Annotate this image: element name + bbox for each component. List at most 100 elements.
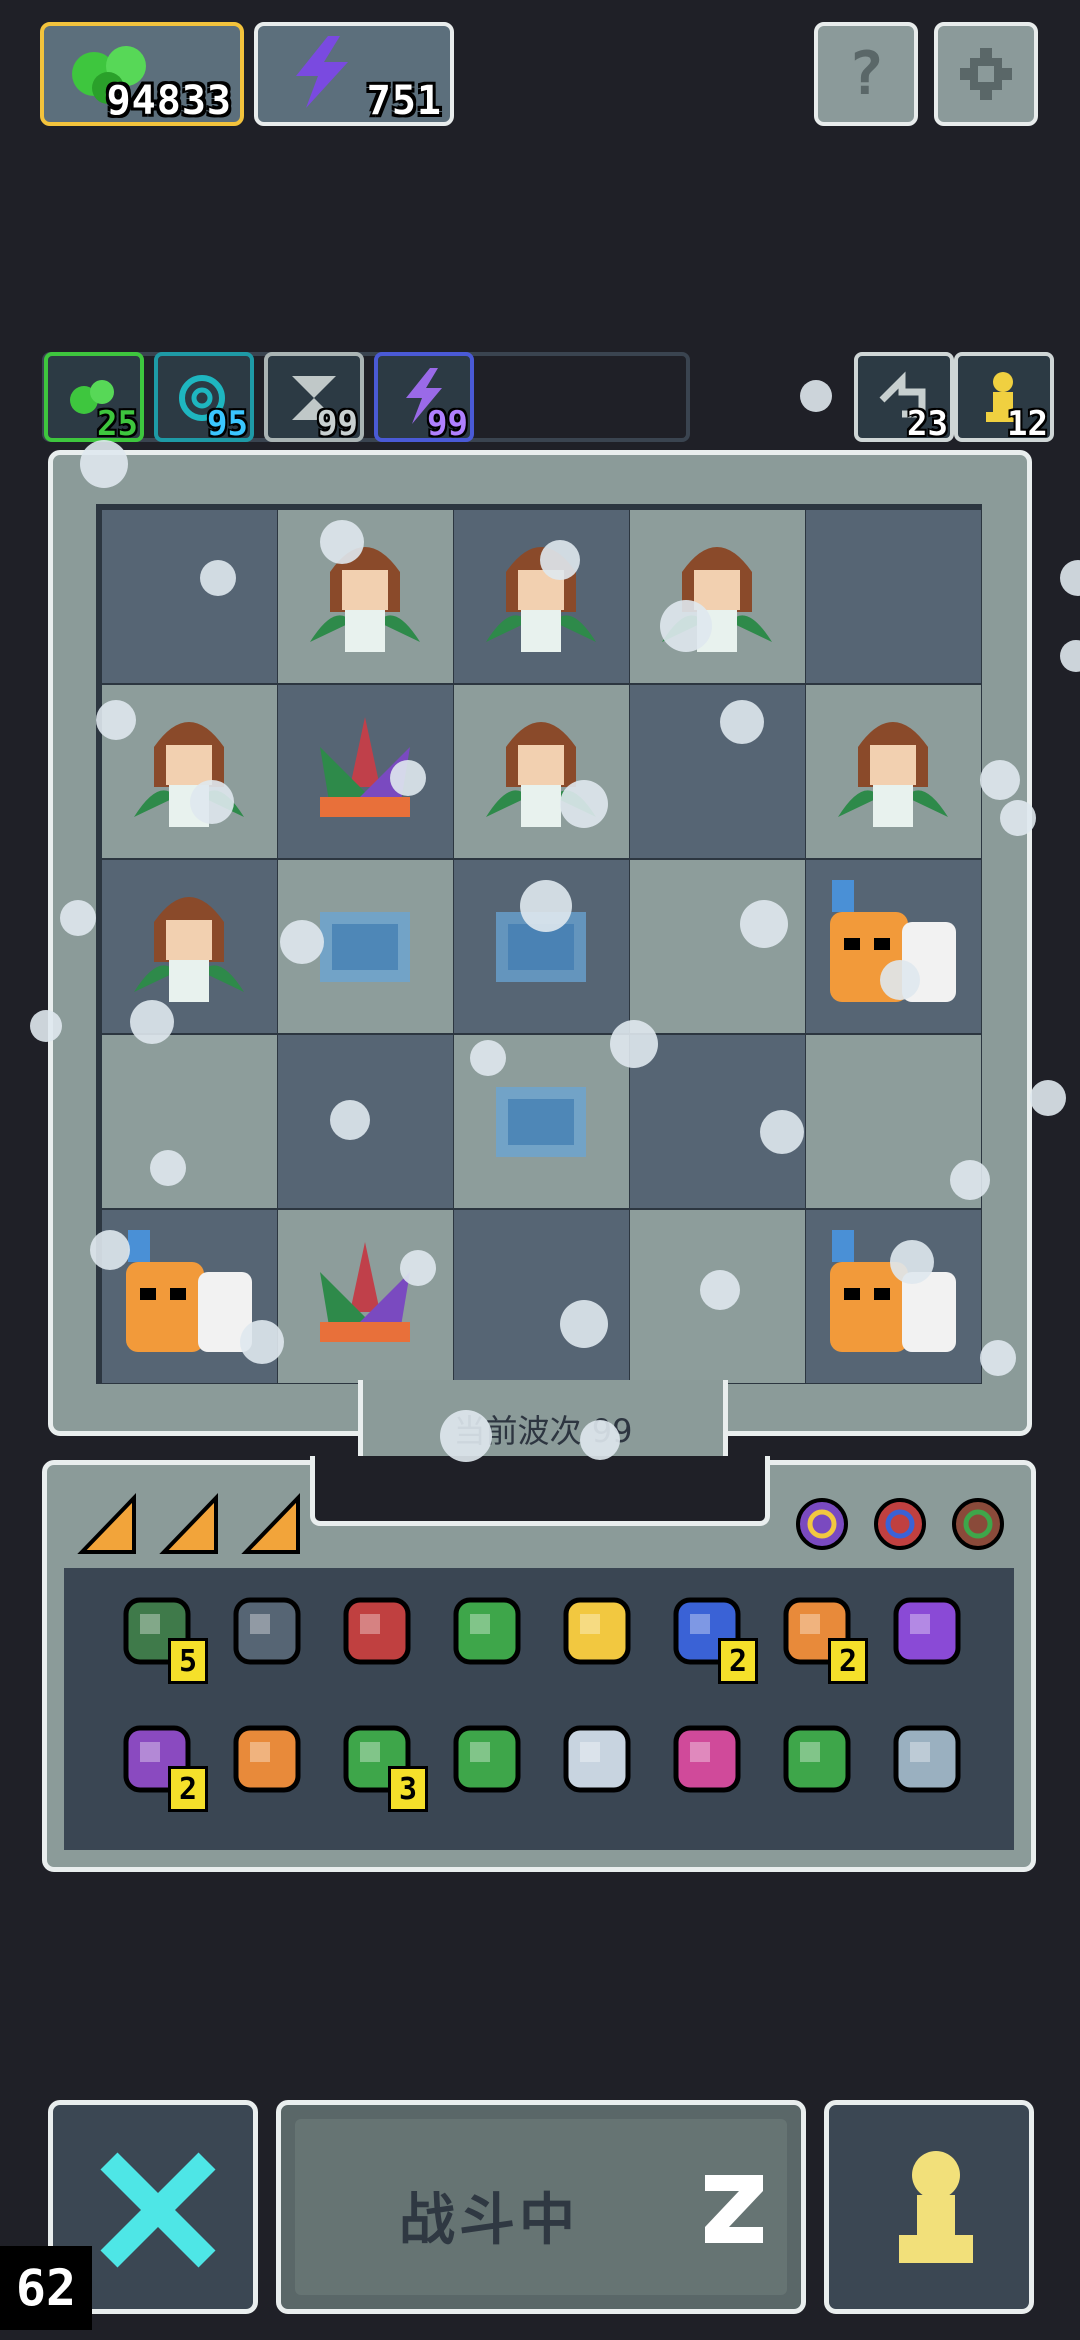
stat-chip-value: 99 <box>317 404 358 444</box>
inventory-notch <box>310 1456 770 1526</box>
inventory-item[interactable]: 3 <box>332 1714 428 1812</box>
seed-count: 94833 <box>106 78 232 124</box>
help-button[interactable]: ? <box>814 22 918 126</box>
flower-girl-unit-icon <box>662 547 772 652</box>
pawn-icon <box>899 2151 973 2263</box>
seed-resource-box[interactable]: 94833 <box>40 22 244 126</box>
summon-button[interactable] <box>824 2100 1034 2314</box>
inventory-item[interactable] <box>772 1714 862 1804</box>
board-cell[interactable] <box>278 685 453 858</box>
snowflake <box>890 1240 934 1284</box>
board-cell[interactable] <box>278 510 453 683</box>
mask-icon <box>343 1597 411 1665</box>
stat-chip-spiral[interactable]: 95 <box>154 352 254 444</box>
inventory-item[interactable]: 2 <box>772 1586 868 1684</box>
snowflake <box>700 1270 740 1310</box>
undo-chip[interactable]: 23 <box>854 352 954 444</box>
ring-slots <box>788 1488 1020 1562</box>
board-cell[interactable] <box>102 1035 277 1208</box>
snowflake <box>200 560 236 596</box>
inventory-item[interactable] <box>442 1586 532 1676</box>
stat-chip-hourglass[interactable]: 99 <box>264 352 364 444</box>
inventory-item[interactable] <box>882 1714 972 1804</box>
cheese-icon[interactable] <box>159 1493 218 1554</box>
snowflake <box>610 1020 658 1068</box>
energy-count: 751 <box>366 78 442 124</box>
shield-icon <box>233 1597 301 1665</box>
cheese-icon[interactable] <box>77 1493 136 1554</box>
board-cell[interactable] <box>278 1210 453 1383</box>
item-count-badge: 2 <box>828 1638 868 1684</box>
cheese-icon[interactable] <box>241 1493 300 1554</box>
lightning-icon <box>296 36 348 108</box>
board-cell[interactable] <box>630 685 805 858</box>
inventory-item[interactable] <box>222 1586 312 1676</box>
question-icon: ? <box>847 39 885 109</box>
snowflake <box>1060 560 1080 596</box>
undo-count: 23 <box>907 404 948 444</box>
pawn-chip[interactable]: 12 <box>954 352 1054 444</box>
snowflake <box>96 700 136 740</box>
board-cell[interactable] <box>806 685 981 858</box>
snowflake <box>560 1300 608 1348</box>
frame-counter-value: 62 <box>15 2259 77 2317</box>
board-cell[interactable] <box>454 510 629 683</box>
inventory-item[interactable] <box>552 1714 642 1804</box>
snowflake <box>950 1160 990 1200</box>
board-cell[interactable] <box>102 860 277 1033</box>
thorn-plant-unit-icon <box>320 1242 410 1342</box>
inventory-item[interactable] <box>332 1586 422 1676</box>
snowflake <box>1000 800 1036 836</box>
board-cell[interactable] <box>630 860 805 1033</box>
item-count-badge: 2 <box>718 1638 758 1684</box>
snowflake <box>440 1410 492 1462</box>
item-count-badge: 5 <box>168 1638 208 1684</box>
stat-chip-seed[interactable]: 25 <box>44 352 144 444</box>
board-cell[interactable] <box>806 510 981 683</box>
stat-chip-value: 25 <box>97 404 138 444</box>
energy-resource-box[interactable]: 751 <box>254 22 454 126</box>
inventory-item[interactable] <box>882 1586 972 1676</box>
board-cell[interactable] <box>806 1210 981 1383</box>
snowflake <box>150 1150 186 1186</box>
snowflake <box>760 1110 804 1154</box>
inventory-item[interactable]: 5 <box>112 1586 208 1684</box>
arrow-icon <box>453 1725 521 1793</box>
blue-ring-icon[interactable] <box>874 1498 926 1550</box>
inventory-item[interactable] <box>662 1714 752 1804</box>
snowflake <box>390 760 426 796</box>
snowflake <box>1030 1080 1066 1116</box>
snowflake <box>1060 640 1080 672</box>
board-cell[interactable] <box>454 1210 629 1383</box>
board-cell[interactable] <box>102 510 277 683</box>
inventory-item[interactable] <box>222 1714 312 1804</box>
mirror-icon <box>563 1725 631 1793</box>
snowflake <box>580 1420 620 1460</box>
stat-chip-lightning[interactable]: 99 <box>374 352 474 444</box>
inventory-item[interactable]: 2 <box>662 1586 758 1684</box>
snowflake <box>720 700 764 744</box>
gold-ring-icon[interactable] <box>796 1498 848 1550</box>
board-cell[interactable] <box>806 860 981 1033</box>
pink-arrow-icon <box>673 1725 741 1793</box>
settings-button[interactable] <box>934 22 1038 126</box>
fight-status-button[interactable]: 战斗中 <box>276 2100 806 2314</box>
stat-chip-value: 99 <box>427 404 468 444</box>
board-cell[interactable] <box>630 510 805 683</box>
snowflake <box>190 780 234 824</box>
inventory-item[interactable] <box>552 1586 642 1676</box>
snowflake <box>560 780 608 828</box>
snowflake <box>240 1320 284 1364</box>
inventory-item[interactable] <box>442 1714 532 1804</box>
item-count-badge: 2 <box>168 1766 208 1812</box>
sword-icon <box>453 1597 521 1665</box>
board-cell[interactable] <box>454 685 629 858</box>
snowflake <box>30 1010 62 1042</box>
green-ring-icon[interactable] <box>952 1498 1004 1550</box>
item-count-badge: 3 <box>388 1766 428 1812</box>
snowflake <box>60 900 96 936</box>
wand-icon <box>893 1597 961 1665</box>
snowflake <box>130 1000 174 1044</box>
inventory-item[interactable]: 2 <box>112 1714 208 1812</box>
snowflake <box>80 440 128 488</box>
